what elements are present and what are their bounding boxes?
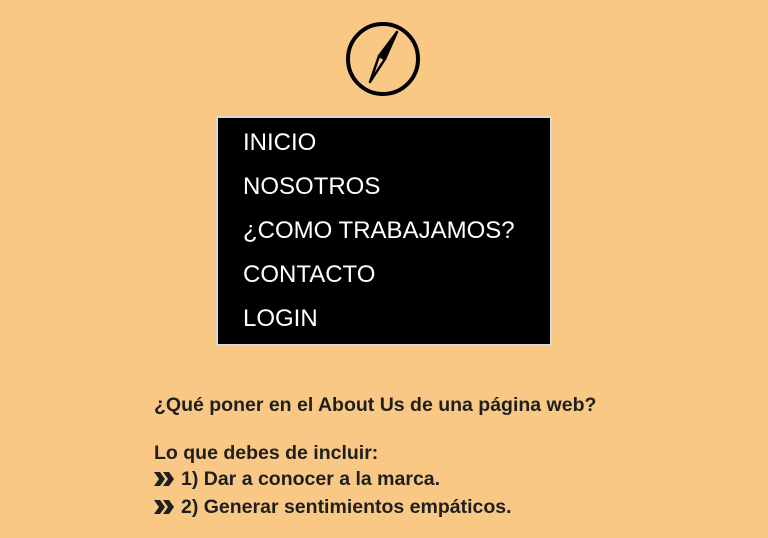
nav-item-como-trabajamos: ¿COMO TRABAJAMOS? bbox=[218, 206, 550, 250]
nav-item-login: LOGIN bbox=[218, 294, 550, 338]
nav-link-inicio[interactable]: INICIO bbox=[218, 118, 550, 162]
double-chevron-right-icon bbox=[154, 471, 175, 487]
nav-link-como-trabajamos[interactable]: ¿COMO TRABAJAMOS? bbox=[218, 206, 550, 250]
about-question-heading: ¿Qué poner en el About Us de una página … bbox=[154, 394, 597, 416]
list-item-text: 1) Dar a conocer a la marca. bbox=[181, 468, 441, 490]
double-chevron-right-icon bbox=[154, 499, 175, 515]
list-title: Lo que debes de incluir: bbox=[154, 442, 379, 464]
nav-item-nosotros: NOSOTROS bbox=[218, 162, 550, 206]
compass-logo[interactable] bbox=[345, 19, 423, 97]
compass-icon bbox=[346, 22, 420, 96]
nav-item-inicio: INICIO bbox=[218, 118, 550, 162]
about-content: ¿Qué poner en el About Us de una página … bbox=[154, 393, 614, 521]
page: INICIO NOSOTROS ¿COMO TRABAJAMOS? CONTAC… bbox=[0, 0, 768, 538]
nav-link-nosotros[interactable]: NOSOTROS bbox=[218, 162, 550, 206]
nav-item-contacto: CONTACTO bbox=[218, 250, 550, 294]
list-item: 1) Dar a conocer a la marca. bbox=[154, 465, 614, 493]
nav-link-login[interactable]: LOGIN bbox=[218, 294, 550, 338]
list-item-text: 2) Generar sentimientos empáticos. bbox=[181, 496, 512, 518]
nav-link-contacto[interactable]: CONTACTO bbox=[218, 250, 550, 294]
include-list: 1) Dar a conocer a la marca. 2) Generar … bbox=[154, 465, 614, 521]
list-item: 2) Generar sentimientos empáticos. bbox=[154, 493, 614, 521]
main-nav-menu: INICIO NOSOTROS ¿COMO TRABAJAMOS? CONTAC… bbox=[216, 116, 552, 346]
